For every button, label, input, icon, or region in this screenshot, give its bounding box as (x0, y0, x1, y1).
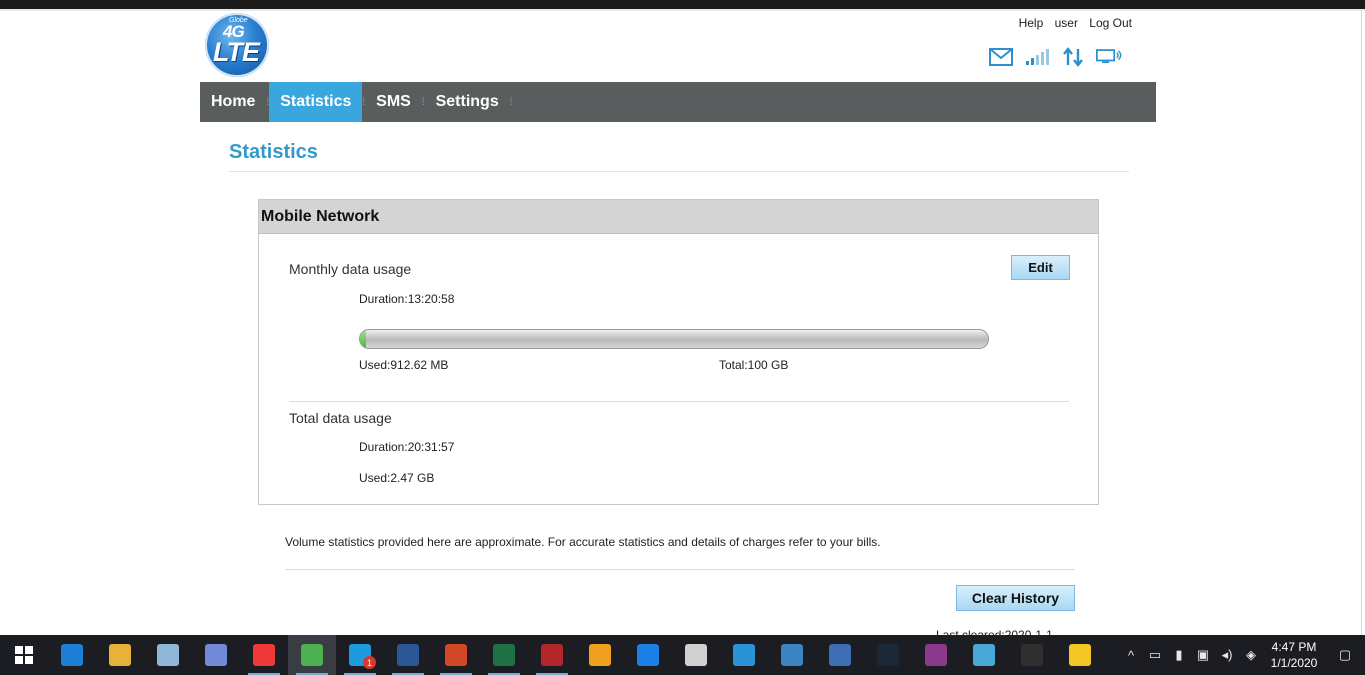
windows-start-icon[interactable] (0, 635, 48, 675)
word-icon (397, 644, 419, 666)
vivaldi-icon (253, 644, 275, 666)
monthly-usage-label: Monthly data usage (289, 261, 412, 277)
monthly-used: Used:912.62 MB (359, 358, 449, 372)
clear-history-button[interactable]: Clear History (956, 585, 1075, 611)
globe-app-icon (829, 644, 851, 666)
roblox-icon (685, 644, 707, 666)
teamviewer-icon (637, 644, 659, 666)
data-transfer-arrows-icon (1060, 46, 1086, 68)
browser-viewport: Globe 4G LTE Help user Log Out Home ⁞ St… (0, 0, 1365, 675)
taskbar-vector-app-button[interactable] (720, 635, 768, 675)
microphone-icon[interactable]: ▮ (1167, 647, 1191, 663)
clock-date: 1/1/2020 (1270, 656, 1318, 670)
globe-4g-lte-logo[interactable]: Globe 4G LTE (205, 13, 269, 77)
system-tray: ^ ▭ ▮ ▣ ◂) ◈ 4:47 PM 1/1/2020 ▢ (1119, 635, 1365, 675)
taskbar-edge-button[interactable] (48, 635, 96, 675)
envelope-icon[interactable] (988, 46, 1014, 68)
x-app-icon (973, 644, 995, 666)
taskbar-chrome-button[interactable] (288, 635, 336, 675)
page-title: Statistics (229, 141, 318, 163)
taskbar-file-explorer-button[interactable] (96, 635, 144, 675)
taskbar-roblox-button[interactable] (672, 635, 720, 675)
signal-strength-icon (1024, 46, 1050, 68)
monthly-total: Total:100 GB (719, 358, 789, 372)
top-links: Help user Log Out (1011, 16, 1132, 30)
chrome-icon (301, 644, 323, 666)
taskbar-nox-button[interactable] (1008, 635, 1056, 675)
nav-statistics[interactable]: Statistics (269, 82, 363, 122)
taskbar-sync-button[interactable] (576, 635, 624, 675)
network-adapter-icon[interactable]: ▭ (1143, 647, 1167, 663)
taskbar-network-tool-button[interactable] (768, 635, 816, 675)
section-divider (289, 401, 1069, 402)
browser-chrome-edge (0, 0, 1365, 9)
windows-taskbar: 1 ^ ▭ ▮ ▣ ◂) ◈ 4:47 PM 1/1/2020 ▢ (0, 635, 1365, 675)
monthly-usage-progress-bar (359, 329, 989, 349)
clock-time: 4:47 PM (1271, 640, 1317, 654)
taskbar-globe-app-button[interactable] (816, 635, 864, 675)
edit-button[interactable]: Edit (1011, 255, 1070, 280)
help-link[interactable]: Help (1019, 16, 1044, 30)
notification-center-icon[interactable]: ▢ (1325, 647, 1365, 663)
taskbar-voicemeeter-button[interactable] (528, 635, 576, 675)
network-tool-icon (781, 644, 803, 666)
notepad-icon (157, 644, 179, 666)
taskbar-vivaldi-button[interactable] (240, 635, 288, 675)
volume-icon[interactable]: ◂) (1215, 647, 1239, 663)
status-icons (988, 46, 1122, 68)
skype-notification-badge: 1 (363, 656, 376, 669)
taskbar-winrar-button[interactable] (912, 635, 960, 675)
steam-icon (877, 644, 899, 666)
main-nav: Home ⁞ Statistics ⁞ SMS ⁞ Settings ⁞ (200, 82, 1156, 122)
winrar-icon (925, 644, 947, 666)
taskbar-discord-button[interactable] (192, 635, 240, 675)
taskbar-parsec-button[interactable] (1056, 635, 1104, 675)
user-link[interactable]: user (1055, 16, 1078, 30)
taskbar-x-app-button[interactable] (960, 635, 1008, 675)
taskbar-word-button[interactable] (384, 635, 432, 675)
footer-divider (285, 569, 1075, 570)
voicemeeter-icon (541, 644, 563, 666)
taskbar-steam-button[interactable] (864, 635, 912, 675)
nav-sms[interactable]: SMS (365, 82, 422, 122)
taskbar-excel-button[interactable] (480, 635, 528, 675)
total-used: Used:2.47 GB (359, 471, 435, 485)
browser-chrome-divider (0, 9, 1365, 11)
total-duration: Duration:20:31:57 (359, 440, 455, 454)
statistics-disclaimer: Volume statistics provided here are appr… (285, 535, 881, 549)
file-explorer-icon (109, 644, 131, 666)
total-usage-label: Total data usage (289, 410, 392, 426)
nav-home[interactable]: Home (200, 82, 266, 122)
nav-settings[interactable]: Settings (425, 82, 510, 122)
vector-app-icon (733, 644, 755, 666)
system-clock[interactable]: 4:47 PM 1/1/2020 (1263, 639, 1325, 671)
taskbar-skype-button[interactable]: 1 (336, 635, 384, 675)
nav-separator: ⁞ (509, 96, 513, 108)
monthly-usage-progress-fill (360, 330, 366, 348)
edge-icon (61, 644, 83, 666)
taskbar-powerpoint-button[interactable] (432, 635, 480, 675)
taskbar-apps: 1 (48, 635, 1104, 675)
nox-icon (1021, 644, 1043, 666)
scrollbar-track[interactable] (1361, 11, 1362, 635)
connected-device-icon (1096, 46, 1122, 68)
discord-icon (205, 644, 227, 666)
parsec-icon (1069, 644, 1091, 666)
monthly-duration: Duration:13:20:58 (359, 292, 455, 306)
excel-icon (493, 644, 515, 666)
title-divider (229, 171, 1129, 172)
mobile-network-panel: Mobile Network Monthly data usage Edit D… (258, 199, 1099, 505)
logo-lte-text: LTE (213, 37, 260, 67)
panel-title: Mobile Network (259, 200, 1098, 234)
security-shield-icon[interactable]: ◈ (1239, 647, 1263, 663)
network-icon[interactable]: ▣ (1191, 647, 1215, 663)
taskbar-teamviewer-button[interactable] (624, 635, 672, 675)
powerpoint-icon (445, 644, 467, 666)
sync-icon (589, 644, 611, 666)
logout-link[interactable]: Log Out (1089, 16, 1132, 30)
taskbar-notepad-button[interactable] (144, 635, 192, 675)
chevron-up-icon[interactable]: ^ (1119, 648, 1143, 663)
